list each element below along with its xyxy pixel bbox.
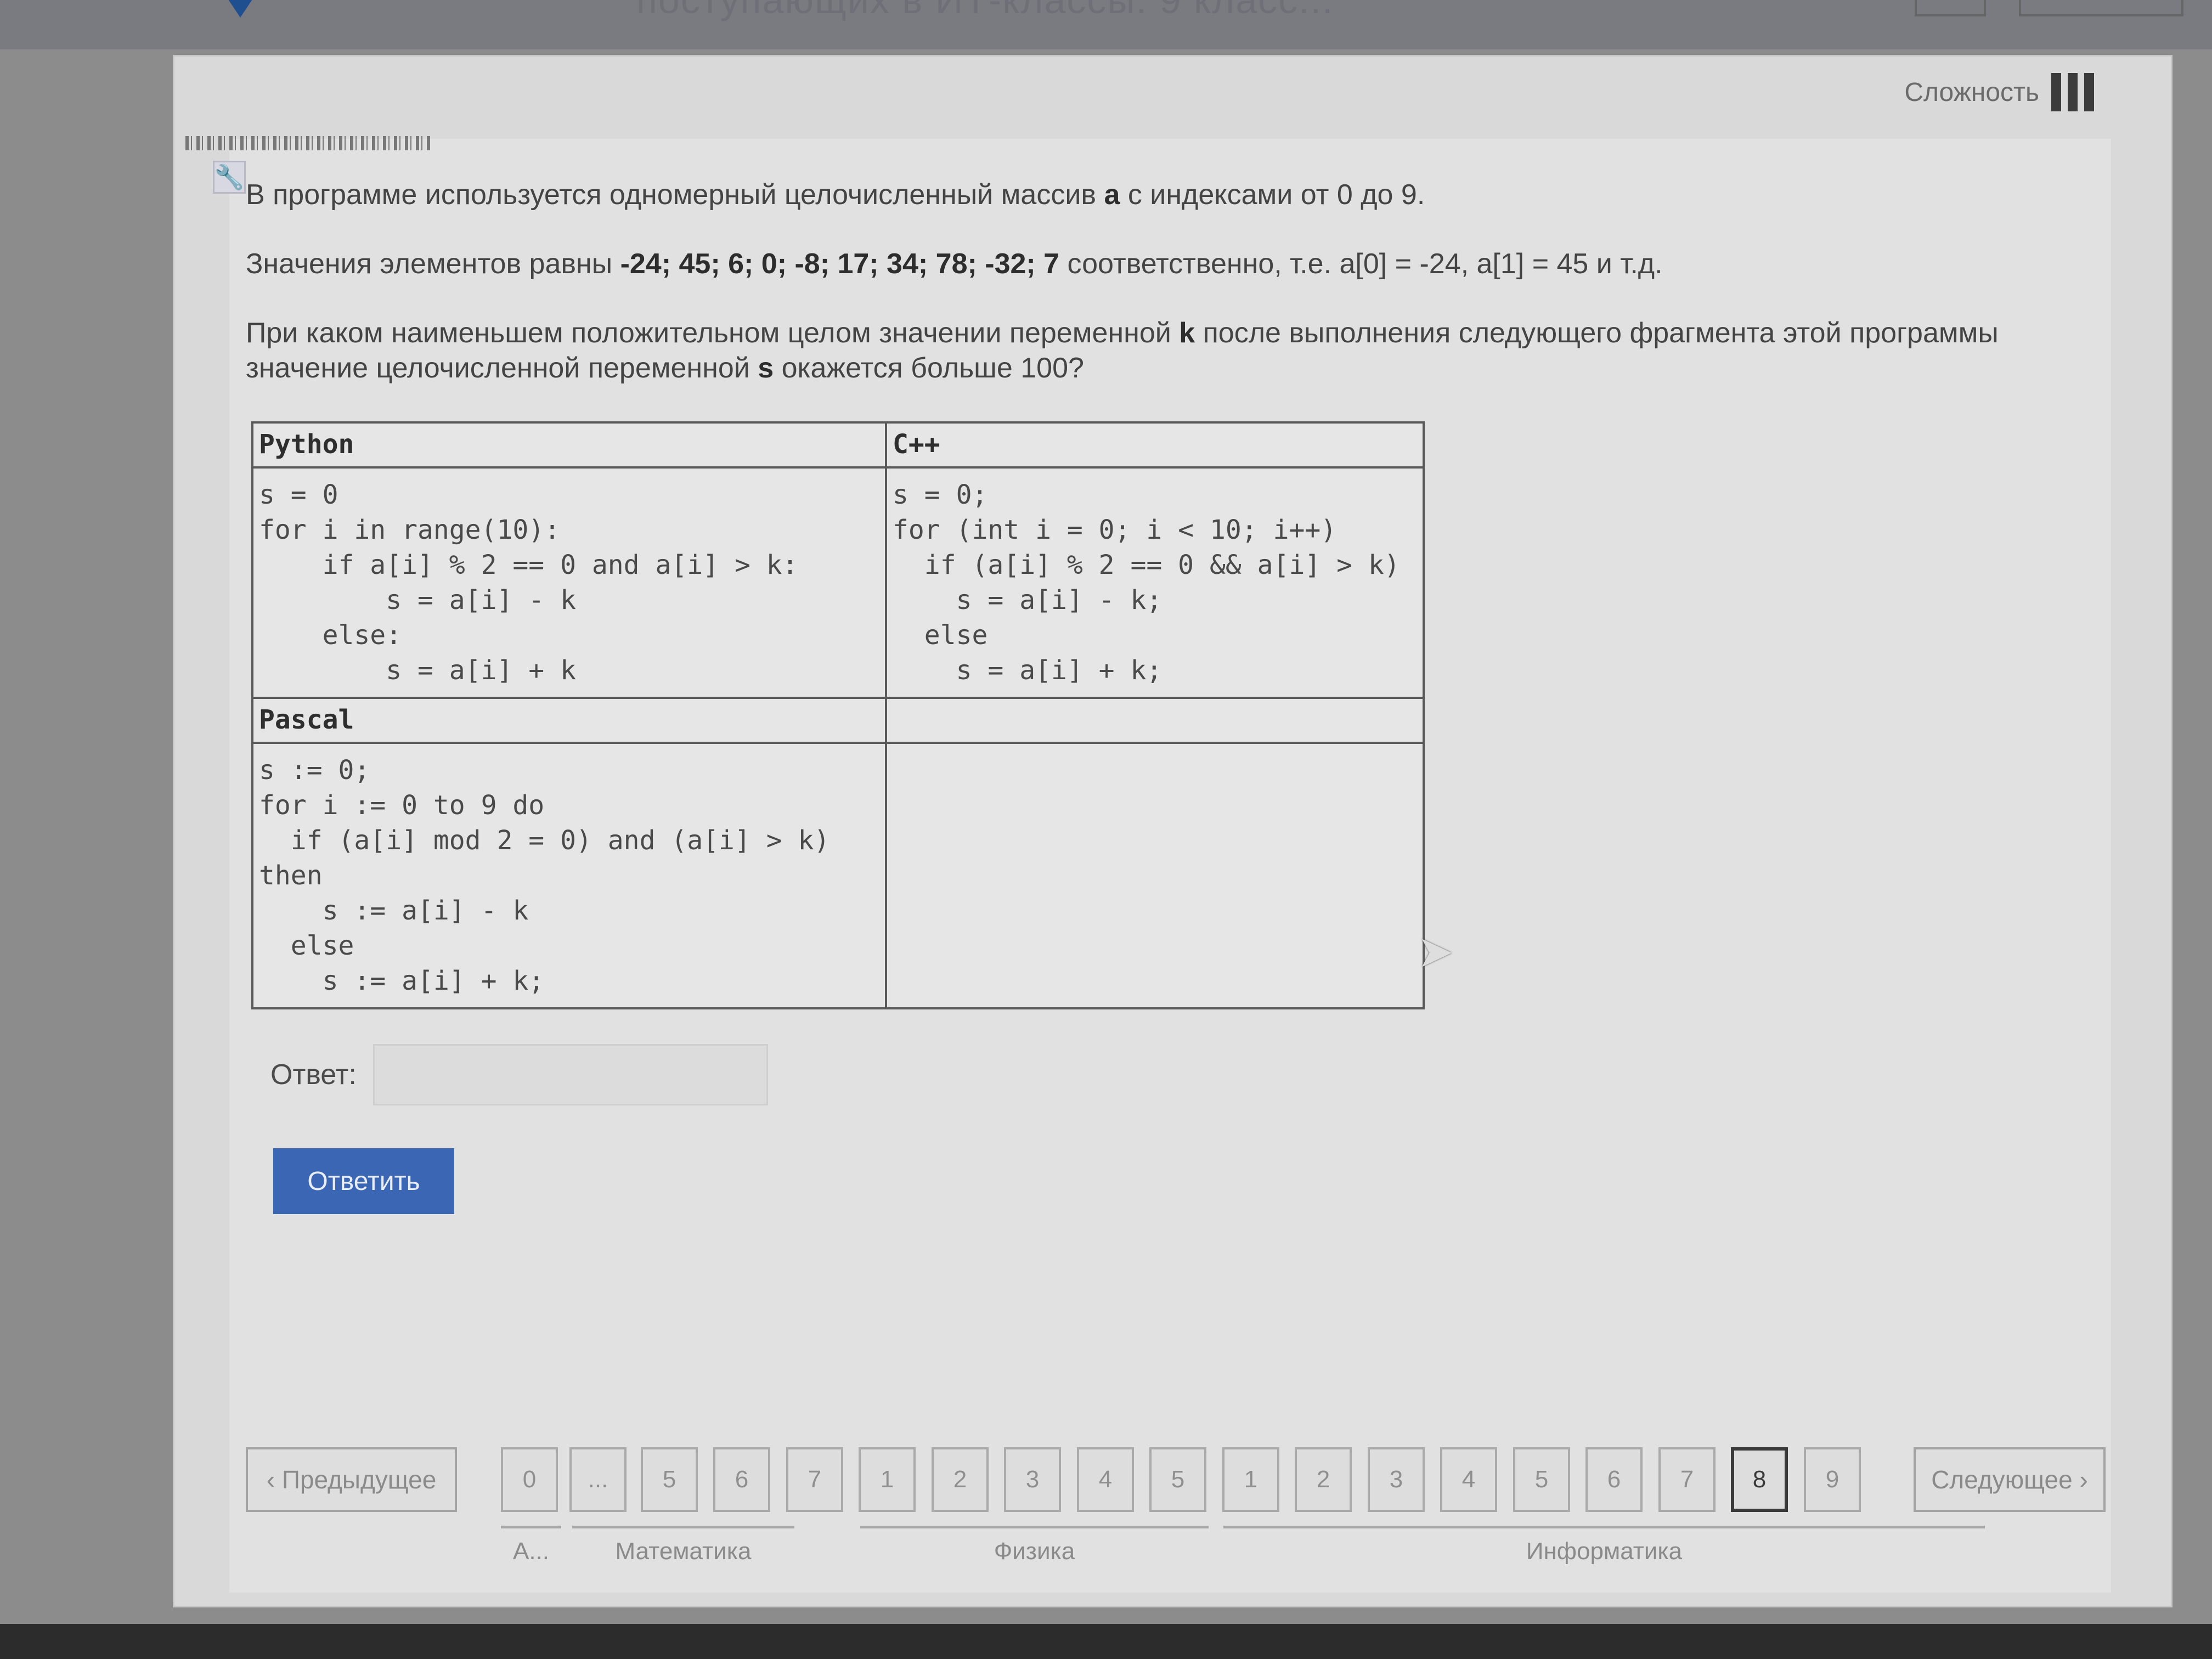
- code-table: Python C++ s = 0 for i in range(10): if …: [251, 421, 1425, 1009]
- problem-statement: В программе используется одномерный цело…: [246, 177, 2056, 420]
- python-code: s = 0 for i in range(10): if a[i] % 2 ==…: [259, 479, 798, 686]
- cpp-code: s = 0; for (int i = 0; i < 10; i++) if (…: [893, 479, 1400, 686]
- subject-group-divider: [572, 1526, 794, 1528]
- task-pager: ‹ Предыдущее Следующее › 0... 5 6 7 1 2 3 4 5 1 2 3…: [246, 1447, 2111, 1584]
- difficulty-bars-icon: [2051, 73, 2094, 111]
- page-number-button[interactable]: 6: [713, 1447, 770, 1512]
- page-number-button[interactable]: ...: [569, 1447, 627, 1512]
- dropdown-arrow-icon[interactable]: [225, 0, 256, 18]
- empty-header-cell: [885, 697, 1425, 744]
- page-number-button[interactable]: 8: [1731, 1447, 1788, 1512]
- top-control-wide[interactable]: [2019, 0, 2183, 16]
- page-number-button[interactable]: 9: [1804, 1447, 1861, 1512]
- page-number-button[interactable]: 5: [641, 1447, 698, 1512]
- page-number-button[interactable]: 4: [1077, 1447, 1134, 1512]
- python-code-cell: s = 0 for i in range(10): if a[i] % 2 ==…: [251, 466, 887, 699]
- answer-row: Ответ:: [270, 1044, 768, 1105]
- problem-paragraph-3: При каком наименьшем положительном целом…: [246, 317, 1999, 384]
- subject-group-divider: [501, 1526, 561, 1528]
- answer-input[interactable]: [373, 1044, 768, 1105]
- page-number-button[interactable]: 6: [1585, 1447, 1643, 1512]
- pascal-code: s := 0; for i := 0 to 9 do if (a[i] mod …: [259, 755, 830, 996]
- cpp-code-cell: s = 0; for (int i = 0; i < 10; i++) if (…: [885, 466, 1425, 699]
- task-id-barcode: [185, 136, 432, 150]
- page-number-button[interactable]: 0: [501, 1447, 558, 1512]
- difficulty-indicator: Сложность: [1904, 73, 2094, 111]
- task-card: Сложность 🔧 В программе используется одн…: [173, 55, 2172, 1607]
- pascal-header: Pascal: [251, 697, 887, 744]
- subject-group-label: Информатика: [1526, 1538, 1683, 1565]
- empty-code-cell: [885, 742, 1425, 1009]
- difficulty-label: Сложность: [1904, 77, 2039, 107]
- mouse-cursor-icon: ➤: [1417, 927, 1454, 976]
- page-number-button[interactable]: 5: [1513, 1447, 1570, 1512]
- python-header: Python: [251, 421, 887, 469]
- top-control[interactable]: [1915, 0, 1986, 16]
- submit-answer-button[interactable]: Ответить: [273, 1148, 454, 1214]
- subject-group-label: Физика: [994, 1538, 1075, 1565]
- page-number-button[interactable]: 5: [1149, 1447, 1206, 1512]
- page-number-button[interactable]: 4: [1440, 1447, 1497, 1512]
- pascal-code-cell: s := 0; for i := 0 to 9 do if (a[i] mod …: [251, 742, 887, 1009]
- subject-group-divider: [860, 1526, 1209, 1528]
- page-title: поступающих в ИТ-классы. 9 класс...: [636, 0, 1334, 21]
- next-button[interactable]: Следующее ›: [1914, 1447, 2106, 1512]
- problem-paragraph-2: Значения элементов равны -24; 45; 6; 0; …: [246, 248, 1663, 280]
- page-number-button[interactable]: 3: [1368, 1447, 1425, 1512]
- browser-top-strip: поступающих в ИТ-классы. 9 класс...: [0, 0, 2212, 49]
- page-number-button[interactable]: 2: [932, 1447, 989, 1512]
- page-number-button[interactable]: 7: [786, 1447, 843, 1512]
- subject-group-label: А...: [512, 1538, 550, 1565]
- subject-group-divider: [1223, 1526, 1985, 1528]
- page-number-button[interactable]: 1: [859, 1447, 916, 1512]
- page-number-button[interactable]: 7: [1658, 1447, 1716, 1512]
- page-number-button[interactable]: 3: [1004, 1447, 1061, 1512]
- wrench-icon[interactable]: 🔧: [213, 161, 246, 194]
- previous-button[interactable]: ‹ Предыдущее: [246, 1447, 457, 1512]
- taskbar: [0, 1624, 2212, 1659]
- cpp-header: C++: [885, 421, 1425, 469]
- page-number-button[interactable]: 2: [1295, 1447, 1352, 1512]
- problem-paragraph-1: В программе используется одномерный цело…: [246, 179, 1425, 211]
- answer-label: Ответ:: [270, 1059, 357, 1091]
- subject-group-label: Математика: [615, 1538, 752, 1565]
- page-number-button[interactable]: 1: [1222, 1447, 1279, 1512]
